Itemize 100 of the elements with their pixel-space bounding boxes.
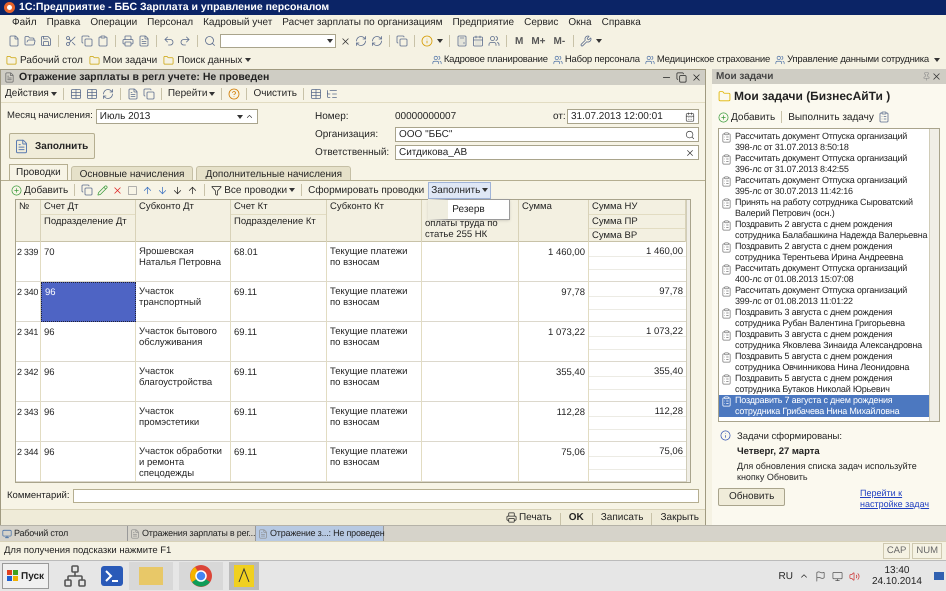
- task-item[interactable]: Поздравить 5 августа с днем рождения сотрудника Овчинникова Нина Леонидовна: [719, 351, 929, 373]
- close-icon[interactable]: [931, 71, 942, 82]
- fill-menu[interactable]: Заполнить: [428, 182, 492, 198]
- app-icon[interactable]: [229, 562, 260, 590]
- calendar-icon[interactable]: [472, 35, 484, 47]
- task-item[interactable]: Поздравить 3 августа с днем рождения сотрудника Рубан Валентина Григорьевна: [719, 307, 929, 329]
- paste-icon[interactable]: [97, 35, 109, 47]
- task-item[interactable]: Поздравить 2 августа с днем рождения сотрудника Терентьева Ирина Андреевна: [719, 241, 929, 263]
- task-list-icon[interactable]: [878, 111, 890, 123]
- save-button[interactable]: Записать: [600, 510, 644, 525]
- cut-icon[interactable]: [65, 35, 77, 47]
- comment-field[interactable]: [73, 489, 699, 503]
- volume-icon[interactable]: [848, 570, 860, 582]
- close-icon[interactable]: [691, 72, 702, 83]
- move-up-icon[interactable]: [142, 184, 154, 196]
- help-icon[interactable]: [228, 88, 240, 100]
- scrollbar[interactable]: [686, 200, 690, 482]
- users-icon[interactable]: [488, 35, 500, 47]
- menu-item[interactable]: Персонал: [147, 18, 194, 28]
- restore-icon[interactable]: [676, 72, 687, 83]
- menu-item[interactable]: Правка: [46, 18, 80, 28]
- menu-item[interactable]: Операции: [90, 18, 138, 28]
- memory-button[interactable]: M+: [529, 34, 548, 48]
- task-item[interactable]: Рассчитать документ Отпуска организаций 399-лс от 01.08.2013 11:01:22: [719, 285, 929, 307]
- tab[interactable]: Основные начисления: [70, 166, 194, 180]
- menu-item[interactable]: Кадровый учет: [203, 18, 272, 28]
- copy-row-icon[interactable]: [81, 184, 94, 196]
- search-field[interactable]: [220, 34, 336, 48]
- menu-item[interactable]: Файл: [12, 18, 37, 28]
- undo-icon[interactable]: [163, 35, 175, 47]
- menu-item[interactable]: Окна: [568, 18, 592, 28]
- task-item[interactable]: Рассчитать документ Отпуска организаций 400-лс от 01.08.2013 15:07:08: [719, 263, 929, 285]
- search-icon[interactable]: [204, 35, 216, 47]
- goto-menu[interactable]: Перейти: [168, 86, 216, 101]
- panel-button[interactable]: Управление данными сотрудника: [775, 52, 929, 68]
- table-cell[interactable]: 96: [41, 362, 136, 402]
- table-cell[interactable]: 96: [41, 442, 136, 482]
- add-button[interactable]: Добавить: [11, 182, 68, 198]
- menu-item[interactable]: Расчет зарплаты по организациям: [282, 18, 442, 28]
- memory-button[interactable]: M: [513, 34, 526, 48]
- table-cell[interactable]: 96: [41, 402, 136, 442]
- execute-task-button[interactable]: Выполнить задачу: [788, 110, 874, 124]
- calculator-icon[interactable]: [456, 35, 468, 47]
- date-field[interactable]: 31.07.2013 12:00:01: [567, 109, 699, 124]
- table-icon[interactable]: [70, 88, 82, 100]
- all-entries-menu[interactable]: Все проводки: [211, 182, 296, 198]
- task-item[interactable]: Рассчитать документ Отпуска организаций 398-лс от 31.07.2013 8:50:18: [719, 131, 929, 153]
- move-down-icon[interactable]: [157, 184, 168, 196]
- task-item[interactable]: Рассчитать документ Отпуска организаций 395-лс от 30.07.2013 11:42:16: [719, 175, 929, 197]
- task-item[interactable]: Поздравить 7 августа с днем рождения сотрудника Грибачева Нина Михайловна: [719, 395, 929, 417]
- panel-button[interactable]: Набор персонала: [552, 52, 640, 68]
- menu-item[interactable]: Резерв: [448, 200, 489, 218]
- clear-icon[interactable]: [340, 36, 351, 46]
- delete-icon[interactable]: [112, 184, 124, 196]
- generate-entries-button[interactable]: Сформировать проводки: [308, 182, 424, 198]
- table-cell[interactable]: 96: [41, 282, 136, 322]
- flag-icon[interactable]: [814, 570, 826, 582]
- print-button[interactable]: Печать: [506, 510, 552, 525]
- memory-button[interactable]: M-: [552, 34, 568, 48]
- panel-button[interactable]: Медицинское страхование: [644, 52, 770, 68]
- tab[interactable]: Проводки: [9, 164, 68, 180]
- task-item[interactable]: Поздравить 2 августа с днем рождения сотрудника Балабашкина Надежда Валерьевна: [719, 219, 929, 241]
- actions-menu[interactable]: Действия: [5, 86, 57, 101]
- task-item[interactable]: Поздравить 5 августа с днем рождения сотрудника Бутаков Николай Юрьевич: [719, 373, 929, 395]
- print-icon[interactable]: [122, 35, 134, 47]
- tree-icon[interactable]: [326, 88, 338, 100]
- start-button[interactable]: Пуск: [2, 563, 50, 589]
- wrench-icon[interactable]: [580, 35, 592, 47]
- refresh-button[interactable]: Обновить: [718, 488, 786, 506]
- fill-button[interactable]: Заполнить: [9, 133, 95, 159]
- scrollbar[interactable]: [929, 129, 939, 421]
- panel-button[interactable]: Поиск данных: [163, 52, 252, 68]
- tab[interactable]: Дополнительные начисления: [196, 166, 351, 180]
- responsible-field[interactable]: Ситдикова_АВ: [395, 145, 699, 160]
- settings-link[interactable]: Перейти к настройке задач: [860, 488, 940, 510]
- task-item[interactable]: Рассчитать документ Отпуска организаций 396-лс от 31.07.2013 8:42:55: [719, 153, 929, 175]
- add-task-button[interactable]: Добавить: [718, 110, 776, 124]
- month-field[interactable]: Июль 2013: [96, 109, 258, 124]
- edit-icon[interactable]: [97, 184, 108, 196]
- window-tab[interactable]: Отражение з...: Не проведен: [256, 526, 384, 541]
- menu-item[interactable]: Справка: [602, 18, 641, 28]
- menu-item[interactable]: Предприятие: [452, 18, 514, 28]
- copy-icon[interactable]: [142, 88, 155, 100]
- menu-item[interactable]: Сервис: [524, 18, 558, 28]
- panel-button[interactable]: Кадровое планирование: [432, 52, 548, 68]
- document-icon[interactable]: [126, 88, 139, 100]
- table-cell[interactable]: 96: [41, 322, 136, 362]
- clear-button[interactable]: Очистить: [253, 86, 297, 101]
- task-item[interactable]: Поздравить 3 августа с днем рождения сотрудника Яковлева Зинаида Александровна: [719, 329, 929, 351]
- organization-field[interactable]: ООО "ББС": [395, 127, 699, 142]
- terminal-icon[interactable]: [101, 566, 124, 586]
- refresh-icon[interactable]: [102, 88, 114, 100]
- redo-icon[interactable]: [179, 35, 191, 47]
- language-indicator[interactable]: RU: [778, 568, 793, 584]
- ok-button[interactable]: OK: [568, 510, 584, 525]
- copy-icon[interactable]: [81, 35, 93, 47]
- new-file-icon[interactable]: [8, 35, 20, 47]
- close-button[interactable]: Закрыть: [660, 510, 699, 525]
- panel-button[interactable]: Мои задачи: [88, 52, 158, 68]
- task-item[interactable]: Принять на работу сотрудника Сыроватский Валерий Петрович (осн.): [719, 197, 929, 219]
